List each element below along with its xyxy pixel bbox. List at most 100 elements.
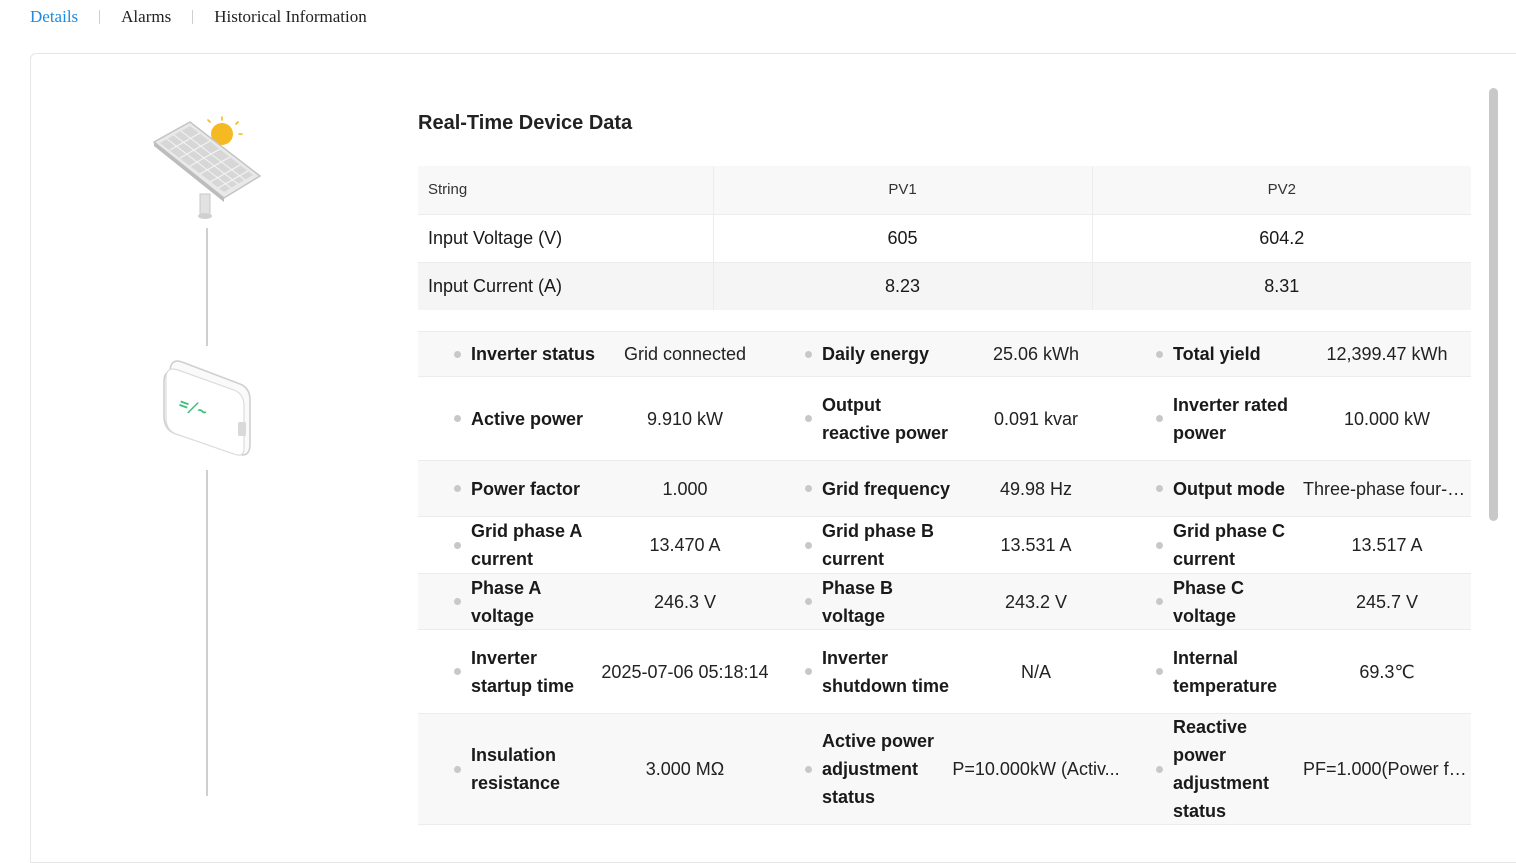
pv2-value: 604.2: [1092, 213, 1471, 262]
metric-cell: Inverter rated power 10.000 kW: [1120, 391, 1471, 447]
metric-key: Inverter status: [471, 344, 596, 364]
bullet-icon: [454, 350, 461, 358]
pv2-value: 8.31: [1092, 261, 1471, 310]
metric-key: Phase A voltage: [471, 577, 541, 626]
metric-value: 13.517 A: [1351, 535, 1423, 555]
bullet-icon: [1156, 765, 1163, 773]
row-label: Input Current (A): [418, 261, 714, 310]
table-row: Input Voltage (V) 605 604.2: [418, 213, 1471, 262]
metric-value: 0.091 kvar: [993, 408, 1079, 429]
metric-cell: Daily energy 25.06 kWh: [769, 340, 1120, 368]
bullet-icon: [805, 485, 812, 492]
metric-value: 9.910 kW: [646, 408, 724, 429]
metric-key: Grid frequency: [822, 478, 951, 499]
metric-cell: Insulation resistance 3.000 MΩ: [418, 741, 769, 797]
bullet-icon: [805, 541, 812, 549]
metric-value: 246.3 V: [653, 591, 717, 612]
metric-key: Insulation resistance: [471, 745, 561, 793]
table-header-row: String PV1 PV2: [418, 166, 1471, 214]
metric-key: Output reactive power: [822, 394, 949, 443]
bullet-icon: [805, 415, 812, 422]
bullet-icon: [454, 415, 461, 422]
table-header-pv2: PV2: [1092, 166, 1471, 214]
metric-cell: Output reactive power 0.091 kvar: [769, 391, 1120, 447]
bullet-icon: [454, 765, 461, 773]
tab-divider: [99, 10, 101, 24]
bullet-icon: [805, 350, 812, 358]
metric-cell: Inverter startup time 2025-07-06 05:18:14: [418, 644, 769, 700]
metric-cell: Reactive power adjustment status PF=1.000…: [1120, 713, 1471, 825]
connector-line: [206, 470, 208, 796]
metric-cell: Grid frequency 49.98 Hz: [769, 475, 1120, 503]
bullet-icon: [454, 668, 461, 675]
metric-cell: Output mode Three-phase four-wi...: [1120, 475, 1471, 503]
metric-value: 25.06 kWh: [992, 344, 1080, 364]
metric-cell: Phase C voltage 245.7 V: [1120, 574, 1471, 630]
metric-value: Three-phase four-wi...: [1303, 478, 1471, 499]
tab-bar: Details Alarms Historical Information: [30, 0, 367, 34]
metric-cell: Inverter shutdown time N/A: [769, 644, 1120, 700]
metric-cell: Grid phase C current 13.517 A: [1120, 517, 1471, 573]
bullet-icon: [1156, 350, 1163, 358]
metric-value: 10.000 kW: [1343, 408, 1431, 429]
metrics-row: Insulation resistance 3.000 MΩ Active pow…: [418, 713, 1471, 825]
section-title: Real-Time Device Data: [418, 112, 633, 134]
metric-key: Grid phase C current: [1173, 521, 1286, 569]
row-label: Input Voltage (V): [418, 213, 714, 262]
tab-divider: [192, 10, 194, 24]
metric-value: 243.2 V: [1004, 591, 1068, 612]
pv1-value: 605: [713, 213, 1093, 262]
bullet-icon: [1156, 541, 1163, 549]
metric-value: 245.7 V: [1355, 591, 1419, 612]
metric-cell: Phase B voltage 243.2 V: [769, 574, 1120, 630]
metric-key: Grid phase B current: [822, 521, 935, 569]
metrics-row: Phase A voltage 246.3 V Phase B voltage 24…: [418, 573, 1471, 629]
bullet-icon: [805, 598, 812, 605]
metric-key: Phase C voltage: [1173, 577, 1245, 626]
metrics-row: Active power 9.910 kW Output reactive pow…: [418, 376, 1471, 460]
metric-value: 2025-07-06 05:18:14: [601, 661, 769, 682]
metric-value: PF=1.000(Power fa...: [1303, 759, 1471, 779]
solar-panel-icon: [152, 116, 262, 219]
metric-value: Grid connected: [623, 344, 747, 364]
table-header-pv1: PV1: [713, 166, 1093, 214]
metric-key: Active power: [471, 408, 584, 429]
metric-key: Inverter shutdown time: [822, 647, 949, 696]
metric-cell: Active power adjustment status P=10.000kW…: [769, 727, 1120, 811]
metrics-row: Inverter status Grid connected Daily ener…: [418, 331, 1471, 376]
bullet-icon: [1156, 415, 1163, 422]
bullet-icon: [1156, 598, 1163, 605]
metrics-row: Power factor 1.000 Grid frequency 49.98 Hz…: [418, 460, 1471, 516]
metric-cell: Inverter status Grid connected: [418, 340, 769, 368]
bullet-icon: [454, 485, 461, 492]
metrics-row: Inverter startup time 2025-07-06 05:18:14…: [418, 629, 1471, 713]
metric-cell: Internal temperature 69.3℃: [1120, 644, 1471, 700]
metric-cell: Active power 9.910 kW: [418, 405, 769, 433]
tab-details[interactable]: Details: [30, 7, 78, 27]
bullet-icon: [454, 541, 461, 549]
connector-line: [206, 228, 208, 346]
bullet-icon: [805, 765, 812, 773]
bullet-icon: [1156, 668, 1163, 675]
metric-cell: Grid phase B current 13.531 A: [769, 517, 1120, 573]
bullet-icon: [454, 598, 461, 605]
metric-key: Inverter rated power: [1173, 394, 1289, 443]
scrollbar-thumb[interactable]: [1489, 88, 1498, 521]
metrics-row: Grid phase A current 13.470 A Grid phase …: [418, 516, 1471, 573]
metric-value: P=10.000kW (Activ...: [952, 759, 1120, 779]
metric-value: 13.470 A: [649, 535, 721, 555]
metric-value: 12,399.47 kWh: [1326, 344, 1448, 364]
metric-key: Power factor: [471, 478, 581, 499]
metric-key: Grid phase A current: [471, 521, 582, 569]
metric-value: 49.98 Hz: [999, 478, 1073, 499]
device-metrics-grid: Inverter status Grid connected Daily ener…: [418, 331, 1471, 825]
metric-key: Active power adjustment status: [822, 731, 935, 807]
inverter-icon: =/~: [163, 360, 251, 456]
tab-historical-information[interactable]: Historical Information: [214, 7, 367, 27]
bullet-icon: [805, 668, 812, 675]
metric-value: 69.3℃: [1359, 661, 1415, 682]
metric-value: 3.000 MΩ: [645, 759, 725, 779]
table-header-string: String: [418, 166, 714, 214]
tab-alarms[interactable]: Alarms: [121, 7, 171, 27]
metric-cell: Total yield 12,399.47 kWh: [1120, 340, 1471, 368]
